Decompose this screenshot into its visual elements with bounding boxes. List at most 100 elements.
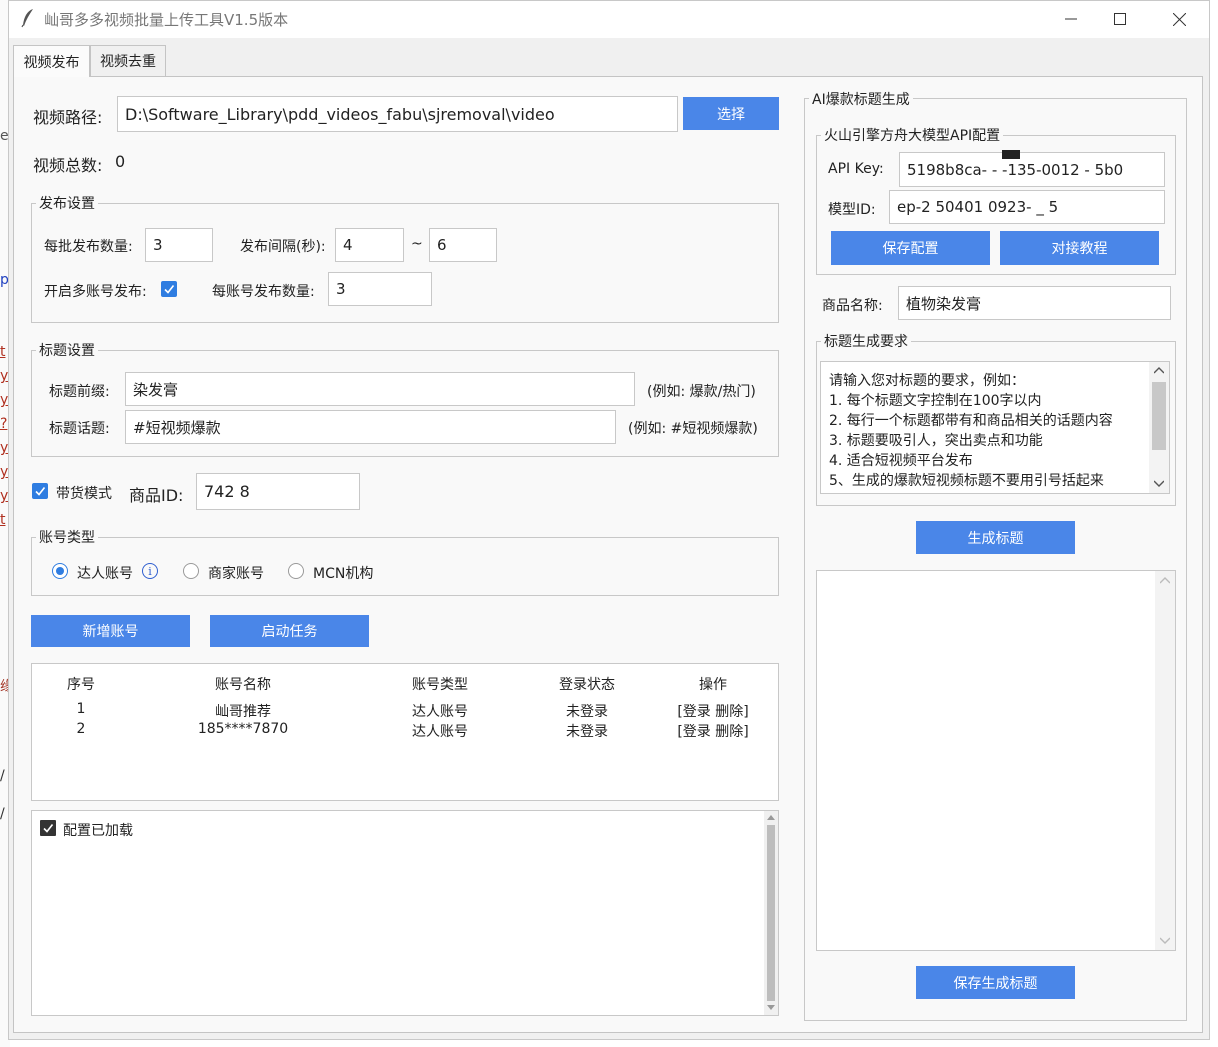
ai-title-legend: AI爆款标题生成 bbox=[809, 89, 913, 109]
requirements-textarea[interactable]: 请输入您对标题的要求，例如： 1. 每个标题文字控制在100字以内 2. 每行一… bbox=[820, 361, 1170, 494]
api-key-label: API Key: bbox=[828, 161, 884, 177]
select-path-button[interactable]: 选择 bbox=[683, 97, 779, 130]
title-topic-label: 标题话题: bbox=[49, 421, 110, 437]
interval-max-input[interactable]: 6 bbox=[429, 228, 497, 262]
close-button[interactable] bbox=[1156, 3, 1202, 35]
table-cell-no: 1 bbox=[76, 701, 86, 717]
radio-mcn-label: MCN机构 bbox=[313, 566, 374, 582]
goods-id-input[interactable]: 742 8 bbox=[196, 473, 360, 510]
scrollbar-thumb[interactable] bbox=[1152, 382, 1166, 450]
title-topic-input[interactable]: #短视频爆款 bbox=[125, 410, 616, 444]
scroll-down-icon[interactable] bbox=[1160, 937, 1170, 944]
tab-video-dedup[interactable]: 视频去重 bbox=[90, 45, 166, 76]
requirements-legend: 标题生成要求 bbox=[821, 331, 911, 351]
per-account-label: 每账号发布数量: bbox=[212, 284, 315, 300]
api-key-input[interactable]: 5198b8ca- - -135-0012 - 5b0 bbox=[899, 152, 1165, 187]
close-icon bbox=[1172, 12, 1186, 26]
scrollbar-thumb[interactable] bbox=[767, 825, 775, 1001]
video-total-value: 0 bbox=[115, 152, 126, 171]
log-check-icon bbox=[40, 820, 56, 836]
goods-id-label: 商品ID: bbox=[129, 486, 184, 505]
title-prefix-input[interactable]: 染发膏 bbox=[125, 372, 635, 406]
goods-mode-checkbox[interactable] bbox=[32, 483, 48, 499]
table-cell-status: 未登录 bbox=[566, 724, 608, 740]
feather-icon bbox=[21, 9, 33, 28]
table-cell-name: 185****7870 bbox=[197, 721, 289, 737]
save-config-button[interactable]: 保存配置 bbox=[831, 231, 990, 265]
scroll-up-icon[interactable] bbox=[1160, 577, 1170, 584]
check-icon bbox=[43, 824, 54, 833]
minimize-button[interactable] bbox=[1048, 3, 1094, 35]
background-text: t bbox=[0, 512, 6, 528]
model-id-input[interactable]: ep-2 50401 0923- _ 5 bbox=[889, 190, 1165, 224]
radio-merchant-account[interactable] bbox=[183, 563, 199, 579]
title-topic-hint: (例如: #短视频爆款) bbox=[628, 421, 758, 437]
background-text: / bbox=[0, 768, 5, 784]
account-type-legend: 账号类型 bbox=[36, 527, 98, 547]
per-account-input[interactable]: 3 bbox=[328, 272, 432, 306]
maximize-icon bbox=[1114, 13, 1126, 25]
table-header-ops: 操作 bbox=[699, 677, 727, 693]
product-name-label: 商品名称: bbox=[822, 298, 883, 314]
scroll-down-icon[interactable] bbox=[767, 1005, 775, 1011]
publish-interval-label: 发布间隔(秒): bbox=[240, 239, 326, 255]
start-task-button[interactable]: 启动任务 bbox=[210, 615, 369, 647]
table-cell-type: 达人账号 bbox=[412, 724, 468, 740]
radio-mcn-account[interactable] bbox=[288, 563, 304, 579]
batch-count-label: 每批发布数量: bbox=[44, 239, 133, 255]
batch-count-input[interactable]: 3 bbox=[145, 228, 213, 262]
requirements-line: 2. 每行一个标题都带有和商品相关的话题内容 bbox=[829, 413, 1113, 429]
radio-influencer-account[interactable] bbox=[52, 563, 68, 579]
video-path-label: 视频路径: bbox=[33, 108, 103, 127]
table-header-name: 账号名称 bbox=[215, 677, 271, 693]
generated-titles-textarea[interactable] bbox=[816, 570, 1176, 951]
maximize-button[interactable] bbox=[1097, 3, 1143, 35]
title-prefix-label: 标题前缀: bbox=[49, 384, 110, 400]
title-prefix-hint: (例如: 爆款/热门) bbox=[647, 384, 756, 400]
background-text: t bbox=[0, 344, 6, 360]
requirements-scrollbar[interactable] bbox=[1149, 362, 1169, 493]
table-header-status: 登录状态 bbox=[559, 677, 615, 693]
table-cell-name: 屾哥推荐 bbox=[215, 704, 271, 720]
goods-mode-label: 带货模式 bbox=[56, 486, 112, 502]
multi-account-label: 开启多账号发布: bbox=[44, 284, 147, 300]
interval-min-input[interactable]: 4 bbox=[335, 228, 404, 262]
table-row-actions[interactable]: [登录 删除] bbox=[653, 701, 773, 721]
video-total-label: 视频总数: bbox=[33, 156, 103, 175]
table-cell-status: 未登录 bbox=[566, 704, 608, 720]
interval-tilde: ~ bbox=[411, 236, 423, 252]
radio-merchant-label: 商家账号 bbox=[208, 566, 264, 582]
radio-influencer-label: 达人账号 bbox=[77, 566, 133, 582]
video-path-input[interactable]: D:\Software_Library\pdd_videos_fabu\sjre… bbox=[117, 96, 678, 132]
requirements-line: 5、生成的爆款短视频标题不要用引号括起来 bbox=[829, 473, 1104, 489]
requirements-line: 4. 适合短视频平台发布 bbox=[829, 453, 973, 469]
generate-title-button[interactable]: 生成标题 bbox=[916, 521, 1075, 554]
redaction-mark bbox=[1002, 150, 1020, 159]
publish-settings-legend: 发布设置 bbox=[36, 193, 98, 213]
scroll-up-icon[interactable] bbox=[1154, 367, 1164, 374]
scroll-down-icon[interactable] bbox=[1154, 480, 1164, 487]
log-config-loaded: 配置已加载 bbox=[63, 823, 133, 839]
minimize-icon bbox=[1065, 18, 1077, 20]
multi-account-checkbox[interactable] bbox=[161, 281, 177, 297]
check-icon bbox=[164, 285, 175, 294]
table-cell-no: 2 bbox=[76, 721, 86, 737]
log-area[interactable] bbox=[31, 810, 779, 1016]
tutorial-button[interactable]: 对接教程 bbox=[1000, 231, 1159, 265]
table-header-no: 序号 bbox=[67, 677, 95, 693]
product-name-input[interactable]: 植物染发膏 bbox=[898, 286, 1171, 320]
save-generated-titles-button[interactable]: 保存生成标题 bbox=[916, 966, 1075, 999]
requirements-line: 请输入您对标题的要求，例如： bbox=[829, 373, 1025, 389]
info-icon[interactable]: i bbox=[142, 563, 158, 579]
tab-video-publish[interactable]: 视频发布 bbox=[13, 45, 90, 77]
background-text: ? bbox=[0, 416, 8, 432]
table-row-actions[interactable]: [登录 删除] bbox=[653, 721, 773, 741]
generated-scrollbar[interactable] bbox=[1155, 571, 1175, 950]
add-account-button[interactable]: 新增账号 bbox=[31, 615, 190, 647]
log-scrollbar[interactable] bbox=[764, 811, 778, 1015]
api-config-legend: 火山引擎方舟大模型API配置 bbox=[821, 125, 1004, 145]
check-icon bbox=[35, 487, 46, 496]
scroll-up-icon[interactable] bbox=[767, 814, 775, 820]
table-header-type: 账号类型 bbox=[412, 677, 468, 693]
title-settings-legend: 标题设置 bbox=[36, 340, 98, 360]
